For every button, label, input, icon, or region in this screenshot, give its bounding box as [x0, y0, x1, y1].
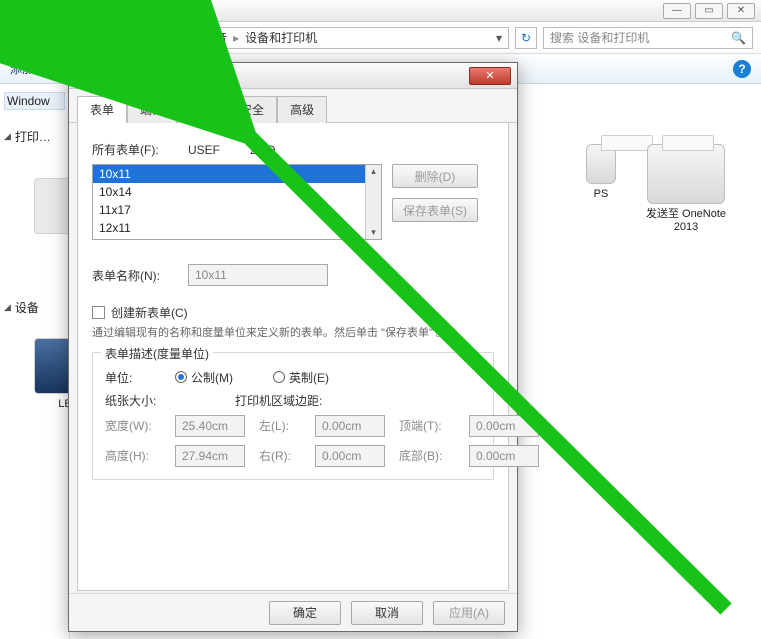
unit-metric-radio[interactable]: 公制(M) [175, 369, 233, 386]
printer-item[interactable]: 发送至 OneNote 2013 [641, 144, 731, 234]
nav-bar: 🖿 ▸ 控制面板 ▸ 硬件和声音 ▸ 设备和打印机 ▾ ↻ 搜索 设备和打印机 … [0, 22, 761, 54]
dialog-buttons: 确定 取消 应用(A) [69, 593, 517, 631]
collapse-icon: ◢ [4, 131, 11, 142]
bottom-input[interactable] [469, 445, 539, 467]
hint-text: 通过编辑现有的名称和度量单位来定义新的表单。然后单击 "保存表单" 。 [92, 325, 494, 342]
toolbar-add-device[interactable]: 添加设… [10, 60, 58, 77]
search-input[interactable]: 搜索 设备和打印机 🔍 [543, 27, 753, 49]
save-form-button[interactable]: 保存表单(S) [392, 198, 478, 222]
printer-icon [586, 144, 616, 184]
cancel-button[interactable]: 取消 [351, 601, 423, 625]
print-server-properties-dialog: 打印服务器 属性 ✕ 表单 端口 驱… 安全 高级 所有表单(F): USEF … [68, 62, 518, 632]
tree-label: Window [7, 94, 50, 108]
list-item[interactable]: 12x11 [93, 219, 381, 237]
radio-icon [175, 371, 187, 383]
list-item[interactable]: 10x14 [93, 183, 381, 201]
minimize-button[interactable]: — [663, 3, 691, 19]
unit-english-radio[interactable]: 英制(E) [273, 369, 329, 386]
form-description-group: 表单描述(度量单位) 单位: 公制(M) 英制(E) 纸张大小: 打印机区域边距… [92, 352, 494, 480]
chevron-right-icon: ▸ [155, 31, 161, 45]
unit-label: 单位: [105, 369, 165, 386]
dimensions-grid: 宽度(W): 左(L): 顶端(T): 高度(H): 右(R): 底部(B): [105, 415, 481, 467]
right-input[interactable] [315, 445, 385, 467]
height-input[interactable] [175, 445, 245, 467]
bottom-label: 底部(B): [399, 447, 461, 464]
search-placeholder: 搜索 设备和打印机 [550, 29, 649, 46]
checkbox-label: 创建新表单(C) [111, 304, 188, 321]
breadcrumb[interactable]: 控制面板 [101, 29, 149, 46]
right-label: 右(R): [259, 447, 307, 464]
ok-button[interactable]: 确定 [269, 601, 341, 625]
folder-icon: 🖿 [71, 27, 83, 48]
checkbox-icon [92, 306, 105, 319]
tab-drivers[interactable]: 驱… [177, 96, 227, 123]
dialog-titlebar[interactable]: 打印服务器 属性 ✕ [69, 63, 517, 89]
close-button[interactable]: ✕ [727, 3, 755, 19]
width-label: 宽度(W): [105, 417, 167, 434]
list-item[interactable]: 10x11 [93, 165, 381, 183]
group-legend: 表单描述(度量单位) [101, 345, 213, 362]
search-icon: 🔍 [731, 31, 746, 45]
radio-icon [273, 371, 285, 383]
tab-security[interactable]: 安全 [227, 96, 277, 123]
forms-listbox[interactable]: 10x11 10x14 11x17 12x11 ▴ ▾ [92, 164, 382, 240]
margins-label: 打印机区域边距: [235, 392, 322, 409]
tab-forms[interactable]: 表单 [77, 96, 127, 123]
printer-icon [75, 69, 89, 83]
paper-size-label: 纸张大小: [105, 392, 225, 409]
maximize-button[interactable]: ▭ [695, 3, 723, 19]
dialog-title: 打印服务器 属性 [95, 67, 463, 84]
address-bar[interactable]: 🖿 ▸ 控制面板 ▸ 硬件和声音 ▸ 设备和打印机 ▾ [64, 27, 509, 49]
left-input[interactable] [315, 415, 385, 437]
delete-button[interactable]: 删除(D) [392, 164, 478, 188]
chevron-right-icon: ▸ [233, 31, 239, 45]
printer-icon [647, 144, 725, 204]
back-button[interactable] [8, 27, 30, 49]
collapse-icon: ◢ [4, 302, 11, 313]
scroll-up-icon[interactable]: ▴ [371, 165, 376, 178]
dropdown-icon[interactable]: ▾ [496, 31, 502, 45]
list-item[interactable]: 11x17 [93, 201, 381, 219]
forward-button[interactable] [36, 27, 58, 49]
refresh-button[interactable]: ↻ [515, 27, 537, 49]
tree-row[interactable]: ◢ 设备 [4, 299, 65, 316]
device-label: 发送至 OneNote 2013 [641, 208, 731, 234]
left-label: 左(L): [259, 417, 307, 434]
chevron-right-icon: ▸ [89, 31, 95, 45]
scrollbar[interactable]: ▴ ▾ [365, 165, 381, 239]
radio-label: 英制(E) [289, 369, 329, 386]
tree-row[interactable]: ◢ 打印… [4, 128, 65, 145]
width-input[interactable] [175, 415, 245, 437]
form-name-input[interactable] [188, 264, 328, 286]
tree-row[interactable]: Window [4, 92, 65, 110]
top-input[interactable] [469, 415, 539, 437]
scroll-down-icon[interactable]: ▾ [371, 226, 376, 239]
help-icon[interactable]: ? [733, 60, 751, 78]
apply-button[interactable]: 应用(A) [433, 601, 505, 625]
top-label: 顶端(T): [399, 417, 461, 434]
form-name-label: 表单名称(N): [92, 267, 178, 284]
create-new-form-checkbox[interactable]: 创建新表单(C) [92, 304, 494, 321]
all-forms-label: 所有表单(F): [92, 141, 178, 158]
device-label: PS [594, 188, 609, 201]
height-label: 高度(H): [105, 447, 167, 464]
printer-item[interactable]: PS [581, 144, 621, 234]
breadcrumb[interactable]: 设备和打印机 [245, 29, 317, 46]
tab-strip: 表单 端口 驱… 安全 高级 [69, 89, 517, 123]
radio-label: 公制(M) [191, 369, 233, 386]
window-controls: — ▭ ✕ [0, 0, 761, 22]
tab-advanced[interactable]: 高级 [277, 96, 327, 123]
tree-label: 设备 [15, 299, 39, 316]
breadcrumb[interactable]: 硬件和声音 [167, 29, 227, 46]
tab-panel-forms: 所有表单(F): USEF 24ID 10x11 10x14 11x17 12x… [77, 123, 509, 591]
tree-label: 打印… [15, 128, 51, 145]
all-forms-value: USEF 24ID [188, 143, 275, 157]
tab-ports[interactable]: 端口 [127, 96, 177, 123]
close-button[interactable]: ✕ [469, 67, 511, 85]
